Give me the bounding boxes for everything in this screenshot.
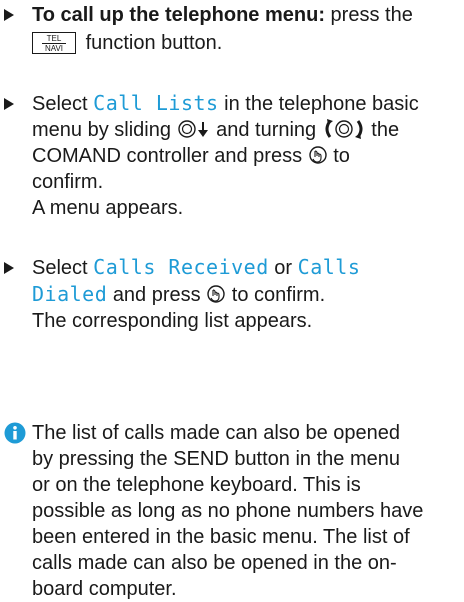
bullet-arrow-icon	[4, 98, 14, 110]
menu-item-calls-received: Calls Received	[93, 255, 269, 279]
menu-item-calls-dialed: Calls	[297, 255, 361, 279]
bullet-arrow-icon	[4, 9, 14, 21]
slide-down-controller-icon	[177, 120, 208, 138]
bullet-arrow-icon	[4, 262, 14, 274]
tel-navi-button-icon: TEL NAVI	[32, 31, 76, 54]
step-result: A menu appears.	[32, 197, 184, 219]
turn-controller-icon	[325, 118, 363, 139]
press-controller-icon	[308, 146, 327, 164]
manual-page: To call up the telephone menu: press the…	[0, 0, 464, 600]
press-controller-icon	[207, 285, 225, 303]
step-result: The corresponding list appears.	[32, 310, 313, 332]
step-heading: To call up the telephone menu:	[32, 4, 325, 26]
menu-item-call-lists: Call Lists	[93, 91, 219, 115]
info-note: The list of calls made can also be opene…	[32, 422, 424, 600]
info-icon	[4, 422, 26, 444]
